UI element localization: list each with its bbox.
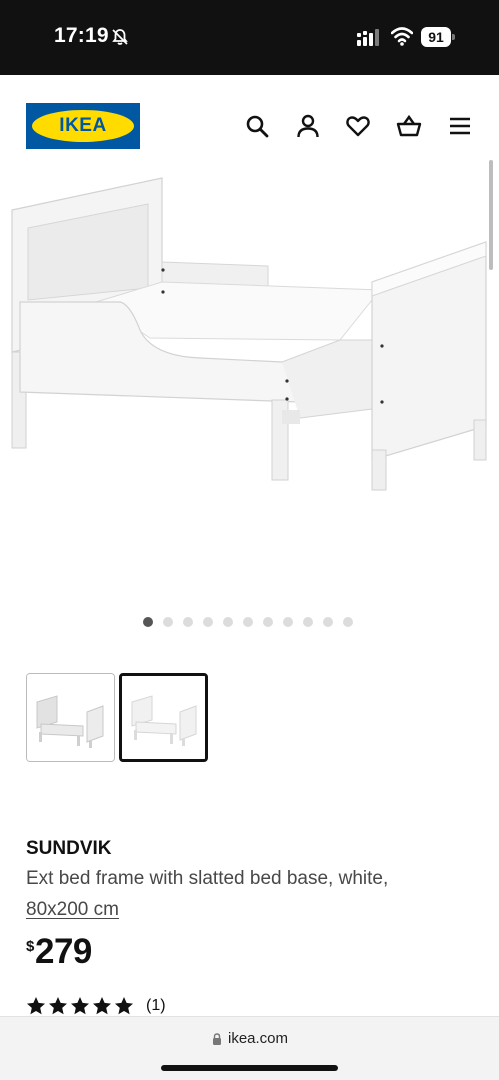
battery-icon: 91	[421, 27, 455, 47]
signal-icon	[357, 29, 379, 46]
price-currency: $	[26, 938, 35, 955]
product-name: SUNDVIK	[26, 838, 112, 859]
carousel-dot[interactable]	[243, 617, 253, 627]
search-icon[interactable]	[244, 113, 270, 139]
thumbnail-2[interactable]	[119, 673, 208, 762]
lock-icon	[213, 1033, 221, 1045]
product-description: Ext bed frame with slatted bed base, whi…	[26, 868, 389, 889]
battery-level: 91	[421, 27, 451, 47]
star-icon	[115, 997, 133, 1015]
logo-oval: IKEA	[32, 110, 134, 142]
bed-illustration	[11, 177, 487, 491]
rating-count: (1)	[146, 997, 166, 1014]
browser-url-bar[interactable]: ikea.com	[0, 1016, 499, 1080]
thumbnail-2-image	[122, 676, 205, 759]
carousel-dot[interactable]	[303, 617, 313, 627]
carousel-dot[interactable]	[223, 617, 233, 627]
site-header: IKEA	[0, 75, 499, 170]
menu-icon[interactable]	[447, 113, 473, 139]
account-icon[interactable]	[295, 113, 321, 139]
star-icon	[71, 997, 89, 1015]
status-bar: 17:19 91	[0, 0, 499, 75]
battery-cap	[452, 34, 455, 40]
carousel-dot[interactable]	[343, 617, 353, 627]
product-image[interactable]	[0, 170, 499, 600]
carousel-dot[interactable]	[263, 617, 273, 627]
carousel-dot[interactable]	[163, 617, 173, 627]
heart-icon[interactable]	[345, 113, 371, 139]
basket-icon[interactable]	[396, 113, 422, 139]
carousel-dot[interactable]	[143, 617, 153, 627]
wifi-icon	[391, 27, 413, 46]
star-icon	[49, 997, 67, 1015]
page-scrollbar[interactable]	[489, 160, 493, 270]
thumbnail-1[interactable]	[26, 673, 115, 762]
thumbnail-1-image	[27, 674, 114, 761]
star-icon	[93, 997, 111, 1015]
carousel-dot[interactable]	[183, 617, 193, 627]
carousel-dot[interactable]	[283, 617, 293, 627]
url-text: ikea.com	[228, 1030, 289, 1047]
logo-text: IKEA	[59, 115, 107, 136]
product-size-link[interactable]: 80x200 cm	[26, 899, 119, 921]
carousel-dots	[143, 617, 353, 628]
carousel-dot[interactable]	[203, 617, 213, 627]
ikea-logo[interactable]: IKEA	[26, 103, 140, 149]
price-value: 279	[35, 932, 92, 971]
carousel-dot[interactable]	[323, 617, 333, 627]
home-indicator[interactable]	[161, 1065, 338, 1071]
page: 17:19 91 IKEA SUNDVIK Ext bed frame with…	[0, 0, 499, 1080]
status-time: 17:19	[54, 24, 109, 47]
star-icon	[27, 997, 45, 1015]
bell-slash-icon	[112, 29, 128, 45]
